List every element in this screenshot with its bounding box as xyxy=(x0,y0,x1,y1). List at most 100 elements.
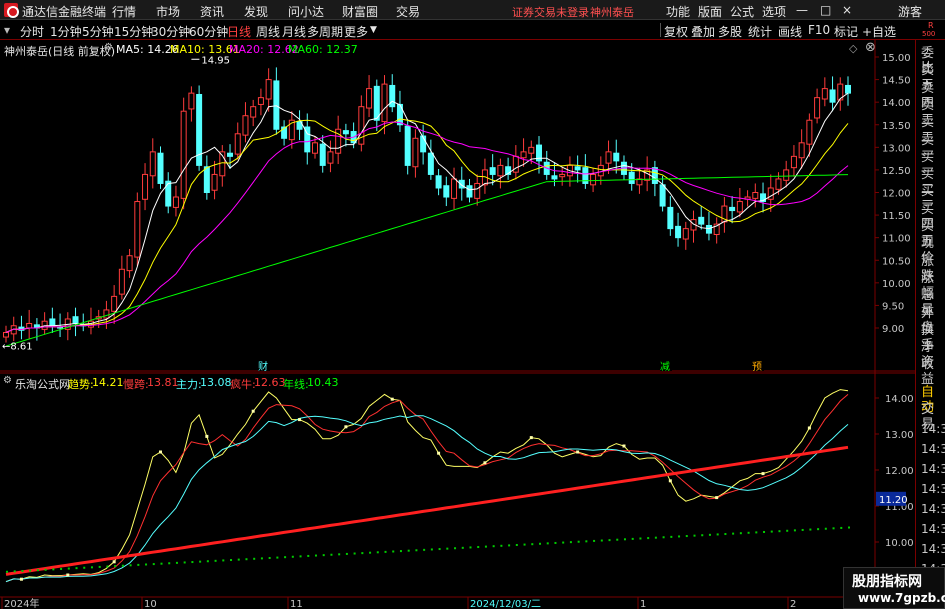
dropdown-icon[interactable]: ▾ xyxy=(4,23,10,37)
trend-line xyxy=(5,389,849,583)
minimize-button[interactable]: — xyxy=(796,3,808,17)
multi-stock-button[interactable]: 多股 xyxy=(718,23,742,40)
year-line-dot xyxy=(384,550,387,553)
site-watermark: 股朋指标网 www.7gpzb.com xyxy=(843,567,945,609)
up-candle xyxy=(211,173,218,191)
year-line-dot xyxy=(477,546,480,549)
menu-function[interactable]: 功能 xyxy=(666,3,690,20)
guest-label[interactable]: 游客 xyxy=(898,3,922,20)
year-line-dot xyxy=(662,536,665,539)
year-line-dot xyxy=(585,540,588,543)
tab-more[interactable]: 更多 xyxy=(344,23,368,40)
down-candle xyxy=(72,316,79,324)
menu-ask[interactable]: 问小达 xyxy=(288,3,324,20)
down-candle xyxy=(227,152,234,157)
close-button[interactable]: × xyxy=(842,3,852,17)
tab-daily[interactable]: 日线 xyxy=(227,23,251,40)
tab-weekly[interactable]: 周线 xyxy=(256,23,280,40)
overlay-button[interactable]: 叠加 xyxy=(691,23,715,40)
maximize-button[interactable]: □ xyxy=(820,3,831,17)
year-line-dot xyxy=(44,568,47,571)
trend-marker xyxy=(344,425,348,429)
title-bar: 通达信金融终端 行情 市场 资讯 发现 问小达 财富圈 交易 证券交易未登录 神… xyxy=(0,0,945,20)
year-line-dot xyxy=(809,528,812,531)
year-line-dot xyxy=(446,547,449,550)
year-line-dot xyxy=(307,554,310,557)
up-candle xyxy=(783,169,790,181)
stock-notice[interactable]: 神州泰岳 xyxy=(590,4,634,20)
year-line-dot xyxy=(330,553,333,556)
side-item[interactable]: 收益 xyxy=(921,357,945,387)
year-line-dot xyxy=(716,533,719,536)
year-line-dot xyxy=(353,552,356,555)
tab-15min[interactable]: 15分钟 xyxy=(114,23,153,40)
year-line-dot xyxy=(577,540,580,543)
tab-60min[interactable]: 60分钟 xyxy=(189,23,228,40)
x-axis-label: 10 xyxy=(144,599,157,609)
stats-button[interactable]: 统计 xyxy=(748,23,772,40)
more-chevron-icon[interactable]: ▼ xyxy=(370,25,377,35)
tab-30min[interactable]: 30分钟 xyxy=(151,23,190,40)
menu-market-quote[interactable]: 行情 xyxy=(112,3,136,20)
menu-market[interactable]: 市场 xyxy=(156,3,180,20)
kline-chart[interactable]: 15.00 14.50 14.00 13.50 13.00 12.50 12.00 11.50… xyxy=(0,40,915,609)
year-line-dot xyxy=(67,567,70,570)
year-line-dot xyxy=(399,550,402,553)
year-line-dot xyxy=(832,527,835,530)
year-line-dot xyxy=(492,545,495,548)
year-line-dot xyxy=(430,548,433,551)
up-candle xyxy=(172,196,179,208)
watermark-url: www.7gpzb.com xyxy=(858,591,945,605)
year-line-dot xyxy=(454,547,457,550)
menu-discover[interactable]: 发现 xyxy=(244,3,268,20)
tab-5min[interactable]: 5分钟 xyxy=(82,23,114,40)
mark-button[interactable]: 标记 xyxy=(834,23,858,40)
menu-trade[interactable]: 交易 xyxy=(396,3,420,20)
ma20-line xyxy=(5,121,849,333)
year-line-dot xyxy=(701,534,704,537)
year-line-dot xyxy=(500,544,503,547)
up-candle xyxy=(234,133,241,155)
menu-formula[interactable]: 公式 xyxy=(730,3,754,20)
f10-button[interactable]: F10 xyxy=(808,23,830,37)
year-line-dot xyxy=(145,563,148,566)
trend-marker xyxy=(807,426,811,430)
tick-time: 14:30 xyxy=(921,542,945,556)
year-line-dot xyxy=(608,539,611,542)
year-line-dot xyxy=(52,568,55,571)
up-candle xyxy=(798,142,805,159)
draw-line-button[interactable]: 画线 xyxy=(778,23,802,40)
menu-news[interactable]: 资讯 xyxy=(200,3,224,20)
up-candle xyxy=(311,142,318,154)
down-candle xyxy=(613,152,620,162)
year-line-dot xyxy=(415,549,418,552)
trend-marker xyxy=(205,434,209,438)
year-line-dot xyxy=(593,539,596,542)
year-line-dot xyxy=(469,546,472,549)
menu-wealth[interactable]: 财富圈 xyxy=(342,3,378,20)
up-candle xyxy=(736,201,743,213)
menu-layout[interactable]: 版面 xyxy=(698,3,722,20)
year-line-dot xyxy=(708,533,711,536)
year-line-dot xyxy=(739,532,742,535)
up-candle xyxy=(682,228,689,240)
down-candle xyxy=(705,224,712,234)
adjust-button[interactable]: 复权 xyxy=(664,23,688,40)
year-line-dot xyxy=(801,528,804,531)
add-favorite-button[interactable]: +自选 xyxy=(862,23,896,40)
tab-intraday[interactable]: 分时 xyxy=(20,23,44,40)
down-candle xyxy=(203,166,210,193)
high-marker-label: 14.95 xyxy=(201,55,230,66)
down-candle xyxy=(489,167,496,175)
down-candle xyxy=(404,125,411,166)
menu-options[interactable]: 选项 xyxy=(762,3,786,20)
down-candle xyxy=(675,225,682,239)
tab-1min[interactable]: 1分钟 xyxy=(50,23,82,40)
tab-multi-period[interactable]: 多周期 xyxy=(307,23,343,40)
login-notice[interactable]: 证券交易未登录 xyxy=(512,4,589,20)
sub-y-tick-label: 13.00 xyxy=(885,430,914,441)
year-line-dot xyxy=(284,556,287,559)
bull-line xyxy=(5,445,849,576)
tab-monthly[interactable]: 月线 xyxy=(282,23,306,40)
down-candle xyxy=(466,185,473,198)
